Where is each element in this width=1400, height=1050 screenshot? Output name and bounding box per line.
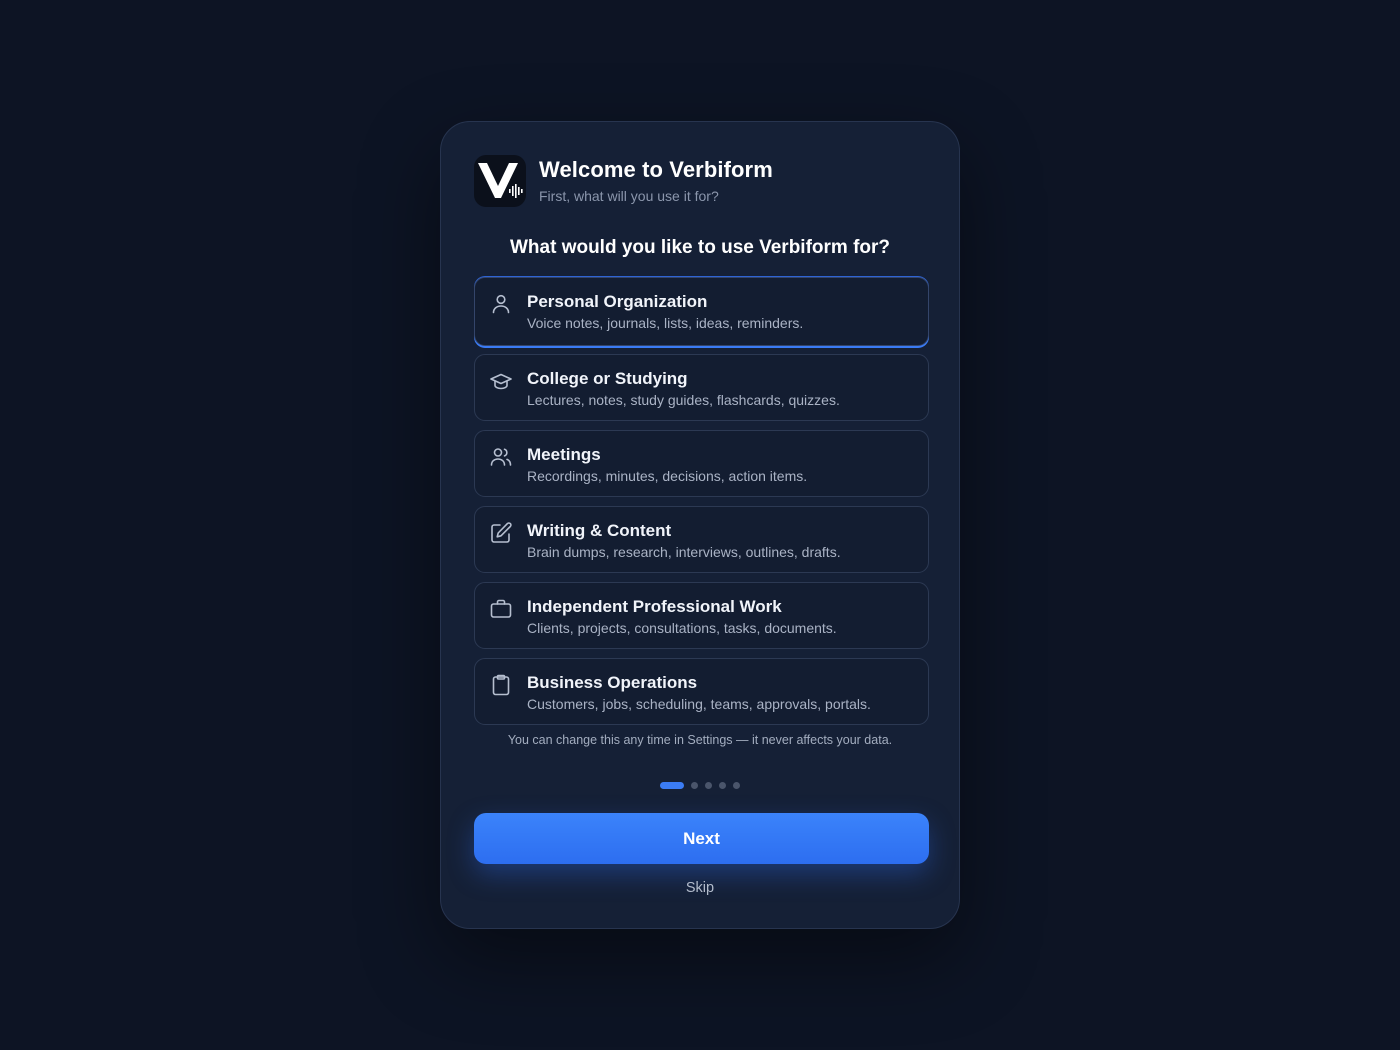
edit-icon (489, 521, 513, 545)
page-subtitle: First, what will you use it for? (539, 188, 719, 204)
header: Welcome to Verbiform First, what will yo… (474, 155, 773, 207)
option-description: Voice notes, journals, lists, ideas, rem… (527, 315, 804, 331)
pagination-dot (705, 782, 712, 789)
users-icon (489, 445, 513, 469)
pagination-dot-active (660, 782, 684, 789)
option-personal-organization[interactable]: Personal Organization Voice notes, journ… (474, 277, 929, 346)
option-independent-professional-work[interactable]: Independent Professional Work Clients, p… (474, 582, 929, 649)
skip-link[interactable]: Skip (441, 878, 959, 898)
page-title: Welcome to Verbiform (539, 157, 773, 182)
option-business-operations[interactable]: Business Operations Customers, jobs, sch… (474, 658, 929, 725)
briefcase-icon (489, 597, 513, 621)
option-description: Clients, projects, consultations, tasks,… (527, 620, 837, 636)
graduation-cap-icon (489, 369, 513, 393)
option-description: Customers, jobs, scheduling, teams, appr… (527, 696, 871, 712)
question-heading: What would you like to use Verbiform for… (509, 237, 891, 258)
header-titles: Welcome to Verbiform First, what will yo… (539, 156, 773, 206)
option-title: Independent Professional Work (527, 597, 782, 616)
person-icon (489, 292, 513, 316)
use-case-options: Personal Organization Voice notes, journ… (474, 277, 929, 734)
option-title: Writing & Content (527, 521, 672, 540)
option-title: Business Operations (527, 673, 698, 692)
option-meetings[interactable]: Meetings Recordings, minutes, decisions,… (474, 430, 929, 497)
option-description: Brain dumps, research, interviews, outli… (527, 544, 841, 560)
option-title: Meetings (527, 445, 601, 464)
pagination-dot (691, 782, 698, 789)
onboarding-card: Welcome to Verbiform First, what will yo… (440, 121, 960, 929)
option-title: College or Studying (527, 369, 688, 388)
option-title: Personal Organization (527, 292, 708, 311)
pagination-dot (733, 782, 740, 789)
next-button[interactable]: Next (474, 813, 929, 864)
clipboard-icon (489, 673, 513, 697)
verbiform-logo-icon (478, 163, 523, 198)
option-writing-and-content[interactable]: Writing & Content Brain dumps, research,… (474, 506, 929, 573)
option-description: Lectures, notes, study guides, flashcard… (527, 392, 840, 408)
option-description: Recordings, minutes, decisions, action i… (527, 468, 808, 484)
option-college-or-studying[interactable]: College or Studying Lectures, notes, stu… (474, 354, 929, 421)
pagination-dots (441, 782, 959, 789)
pagination-dot (719, 782, 726, 789)
app-logo (474, 155, 526, 207)
settings-footnote: You can change this any time in Settings… (507, 733, 893, 747)
